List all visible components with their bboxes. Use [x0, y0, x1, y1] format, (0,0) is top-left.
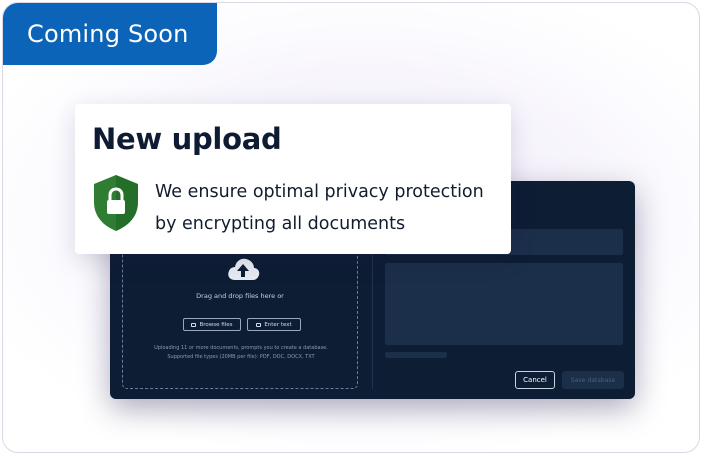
drag-drop-text: Drag and drop files here or: [196, 292, 284, 300]
enter-text-label: Enter text: [264, 321, 292, 328]
coming-soon-badge: Coming Soon: [3, 3, 217, 65]
privacy-line-2: by encrypting all documents: [155, 214, 406, 234]
cancel-button[interactable]: Cancel: [515, 371, 555, 389]
enter-text-button[interactable]: Enter text: [247, 318, 301, 331]
upload-info-line2: Supported file types (20MB per file): PD…: [167, 354, 315, 360]
coming-soon-card: Drag and drop files here or Browse files…: [2, 2, 700, 453]
file-dropzone[interactable]: Drag and drop files here or Browse files…: [122, 239, 358, 389]
folder-icon: [191, 322, 197, 327]
text-icon: [256, 322, 262, 327]
browse-files-label: Browse files: [199, 321, 233, 328]
shield-lock-icon: [94, 175, 138, 231]
upload-cloud-icon: [228, 258, 260, 280]
browse-files-button[interactable]: Browse files: [183, 318, 241, 331]
save-database-button[interactable]: Save database: [562, 371, 624, 389]
upload-title: New upload: [92, 122, 282, 156]
upload-info-line1: Uploading 11 or more documents, prompts …: [154, 345, 328, 351]
placeholder-line: [385, 352, 447, 358]
database-description-field[interactable]: [385, 263, 623, 345]
privacy-message: We ensure optimal privacy protection by …: [155, 176, 505, 240]
privacy-line-1: We ensure optimal privacy protection: [155, 182, 484, 202]
new-upload-card: New upload We ensure optimal privacy pro…: [75, 104, 511, 254]
